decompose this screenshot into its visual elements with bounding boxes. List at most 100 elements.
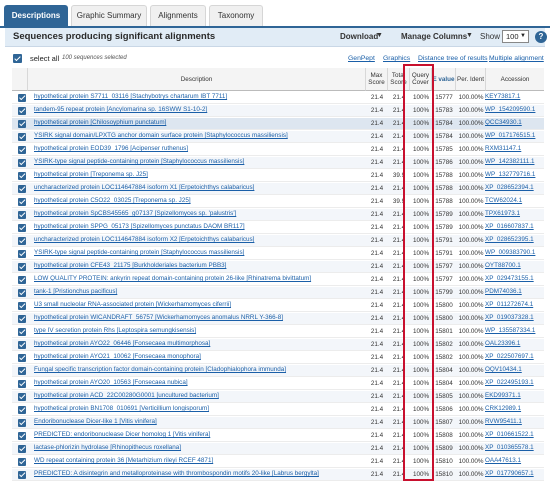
help-icon[interactable]: ?: [535, 31, 547, 43]
table-row[interactable]: hypothetical protein ACD_22C00280G0001 […: [12, 391, 544, 403]
row-checkbox[interactable]: [18, 405, 26, 414]
row-checkbox[interactable]: [18, 197, 26, 206]
row-checkbox[interactable]: [18, 119, 26, 128]
row-description-link[interactable]: Endoribonuclease Dicer-like 1 [Vitis vin…: [34, 418, 364, 425]
row-accession-link[interactable]: OAA47613.1: [485, 457, 544, 464]
row-description-link[interactable]: hypothetical protein CFE43_21175 [Burkho…: [34, 262, 364, 269]
row-checkbox[interactable]: [18, 158, 26, 167]
row-description-link[interactable]: uncharacterized protein LOC114647884 iso…: [34, 236, 364, 243]
col-per-ident[interactable]: Per. Ident: [456, 68, 486, 91]
row-checkbox[interactable]: [18, 145, 26, 154]
row-accession-link[interactable]: WP_009383790.1: [485, 249, 544, 256]
row-description-link[interactable]: hypothetical protein [Treponema sp. J25]: [34, 171, 364, 178]
row-description-link[interactable]: hypothetical protein AYO21_10062 [Fonsec…: [34, 353, 364, 360]
row-checkbox[interactable]: [18, 353, 26, 362]
row-checkbox[interactable]: [18, 171, 26, 180]
row-accession-link[interactable]: EKD99371.1: [485, 392, 544, 399]
row-accession-link[interactable]: CRK12989.1: [485, 405, 544, 412]
table-row[interactable]: WD repeat containing protein 36 [Metarhi…: [12, 456, 544, 468]
row-checkbox[interactable]: [18, 444, 26, 453]
row-checkbox[interactable]: [18, 223, 26, 232]
table-row[interactable]: tank-1 [Pristionchus pacificus] 21.4 21.4 1…: [12, 287, 544, 299]
multiple-alignment-link[interactable]: Multiple alignment: [489, 55, 544, 62]
row-accession-link[interactable]: RVW95411.1: [485, 418, 544, 425]
table-row[interactable]: hypothetical protein AYO22_06446 [Fonsec…: [12, 339, 544, 351]
row-checkbox[interactable]: [18, 106, 26, 115]
row-checkbox[interactable]: [18, 457, 26, 466]
tab-graphic-summary[interactable]: Graphic Summary: [71, 5, 147, 26]
table-row[interactable]: PREDICTED: A disintegrin and metalloprot…: [12, 469, 544, 481]
download-button[interactable]: Download: [340, 32, 378, 41]
table-row[interactable]: Fungal specific transcription factor dom…: [12, 365, 544, 377]
table-row[interactable]: LOW QUALITY PROTEIN: ankyrin repeat doma…: [12, 274, 544, 286]
row-description-link[interactable]: lactase-phlorizin hydrolase [Rhinopithec…: [34, 444, 364, 451]
row-checkbox[interactable]: [18, 132, 26, 141]
row-checkbox[interactable]: [18, 366, 26, 375]
row-accession-link[interactable]: RXM31147.1: [485, 145, 544, 152]
row-description-link[interactable]: tank-1 [Pristionchus pacificus]: [34, 288, 364, 295]
tab-alignments[interactable]: Alignments: [150, 5, 206, 26]
row-checkbox[interactable]: [18, 470, 26, 479]
row-description-link[interactable]: PREDICTED: A disintegrin and metalloprot…: [34, 470, 364, 477]
table-row[interactable]: hypothetical protein [Chilosoyphium punc…: [12, 118, 544, 130]
genpept-link[interactable]: GenPept: [348, 55, 375, 62]
col-description[interactable]: Description: [28, 68, 366, 91]
row-accession-link[interactable]: XP_029473155.1: [485, 275, 544, 282]
row-checkbox[interactable]: [18, 210, 26, 219]
table-row[interactable]: hypothetical protein C5O22_03025 [Trepon…: [12, 196, 544, 208]
col-query-cover[interactable]: Query Cover: [410, 68, 432, 91]
row-checkbox[interactable]: [18, 184, 26, 193]
row-accession-link[interactable]: WP_132779716.1: [485, 171, 544, 178]
row-accession-link[interactable]: XP_028652394.1: [485, 184, 544, 191]
row-description-link[interactable]: hypothetical protein ACD_22C00280G0001 […: [34, 392, 364, 399]
row-description-link[interactable]: hypothetical protein WICANDRAFT_56757 [W…: [34, 314, 364, 321]
row-description-link[interactable]: hypothetical protein [Chilosoyphium punc…: [34, 119, 364, 126]
row-accession-link[interactable]: WP_154209590.1: [485, 106, 544, 113]
row-accession-link[interactable]: OAL23396.1: [485, 340, 544, 347]
graphics-link[interactable]: Graphics: [383, 55, 410, 62]
row-description-link[interactable]: WD repeat containing protein 36 [Metarhi…: [34, 457, 364, 464]
row-description-link[interactable]: hypothetical protein AYO22_06446 [Fonsec…: [34, 340, 364, 347]
row-checkbox[interactable]: [18, 314, 26, 323]
download-caret-icon[interactable]: ▼: [376, 32, 383, 39]
table-row[interactable]: hypothetical protein CFE43_21175 [Burkho…: [12, 261, 544, 273]
row-accession-link[interactable]: XP_022495193.1: [485, 379, 544, 386]
row-checkbox[interactable]: [18, 392, 26, 401]
tab-descriptions[interactable]: Descriptions: [4, 5, 68, 26]
row-accession-link[interactable]: PDM74036.1: [485, 288, 544, 295]
row-checkbox[interactable]: [18, 236, 26, 245]
row-description-link[interactable]: hypothetical protein SpCBS45565_g07137 […: [34, 210, 364, 217]
row-accession-link[interactable]: TPX61973.1: [485, 210, 544, 217]
table-row[interactable]: uncharacterized protein LOC114647884 iso…: [12, 183, 544, 195]
row-accession-link[interactable]: OQV10434.1: [485, 366, 544, 373]
row-description-link[interactable]: YSIRK-type signal peptide-containing pro…: [34, 249, 364, 256]
row-accession-link[interactable]: XP_010365578.1: [485, 444, 544, 451]
row-checkbox[interactable]: [18, 262, 26, 271]
row-description-link[interactable]: YSIRK signal domain/LPXTG anchor domain …: [34, 132, 364, 139]
table-row[interactable]: hypothetical protein BN1708_010691 [Vert…: [12, 404, 544, 416]
row-description-link[interactable]: Fungal specific transcription factor dom…: [34, 366, 364, 373]
row-checkbox[interactable]: [18, 327, 26, 336]
row-accession-link[interactable]: WP_017176515.1: [485, 132, 544, 139]
show-count-select[interactable]: 100 ▼: [502, 30, 529, 43]
row-description-link[interactable]: hypothetical protein S7711_03116 [Stachy…: [34, 93, 364, 100]
table-row[interactable]: hypothetical protein AYO21_10062 [Fonsec…: [12, 352, 544, 364]
row-description-link[interactable]: U3 small nucleolar RNA-associated protei…: [34, 301, 364, 308]
manage-columns-caret-icon[interactable]: ▼: [466, 32, 473, 39]
table-row[interactable]: hypothetical protein WICANDRAFT_56757 [W…: [12, 313, 544, 325]
col-accession[interactable]: Accession: [486, 68, 544, 91]
row-description-link[interactable]: hypothetical protein SPPG_05173 [Spizell…: [34, 223, 364, 230]
row-checkbox[interactable]: [18, 275, 26, 284]
row-accession-link[interactable]: XP_019037328.1: [485, 314, 544, 321]
row-checkbox[interactable]: [18, 379, 26, 388]
row-description-link[interactable]: hypothetical protein C5O22_03025 [Trepon…: [34, 197, 364, 204]
row-accession-link[interactable]: XP_010661522.1: [485, 431, 544, 438]
row-accession-link[interactable]: XP_011272674.1: [485, 301, 544, 308]
table-row[interactable]: YSIRK-type signal peptide-containing pro…: [12, 157, 544, 169]
table-row[interactable]: lactase-phlorizin hydrolase [Rhinopithec…: [12, 443, 544, 455]
row-description-link[interactable]: hypothetical protein BN1708_010691 [Vert…: [34, 405, 364, 412]
row-accession-link[interactable]: WP_142382111.1: [485, 158, 544, 165]
manage-columns-button[interactable]: Manage Columns: [401, 32, 467, 41]
row-checkbox[interactable]: [18, 418, 26, 427]
row-accession-link[interactable]: OYT88700.1: [485, 262, 544, 269]
